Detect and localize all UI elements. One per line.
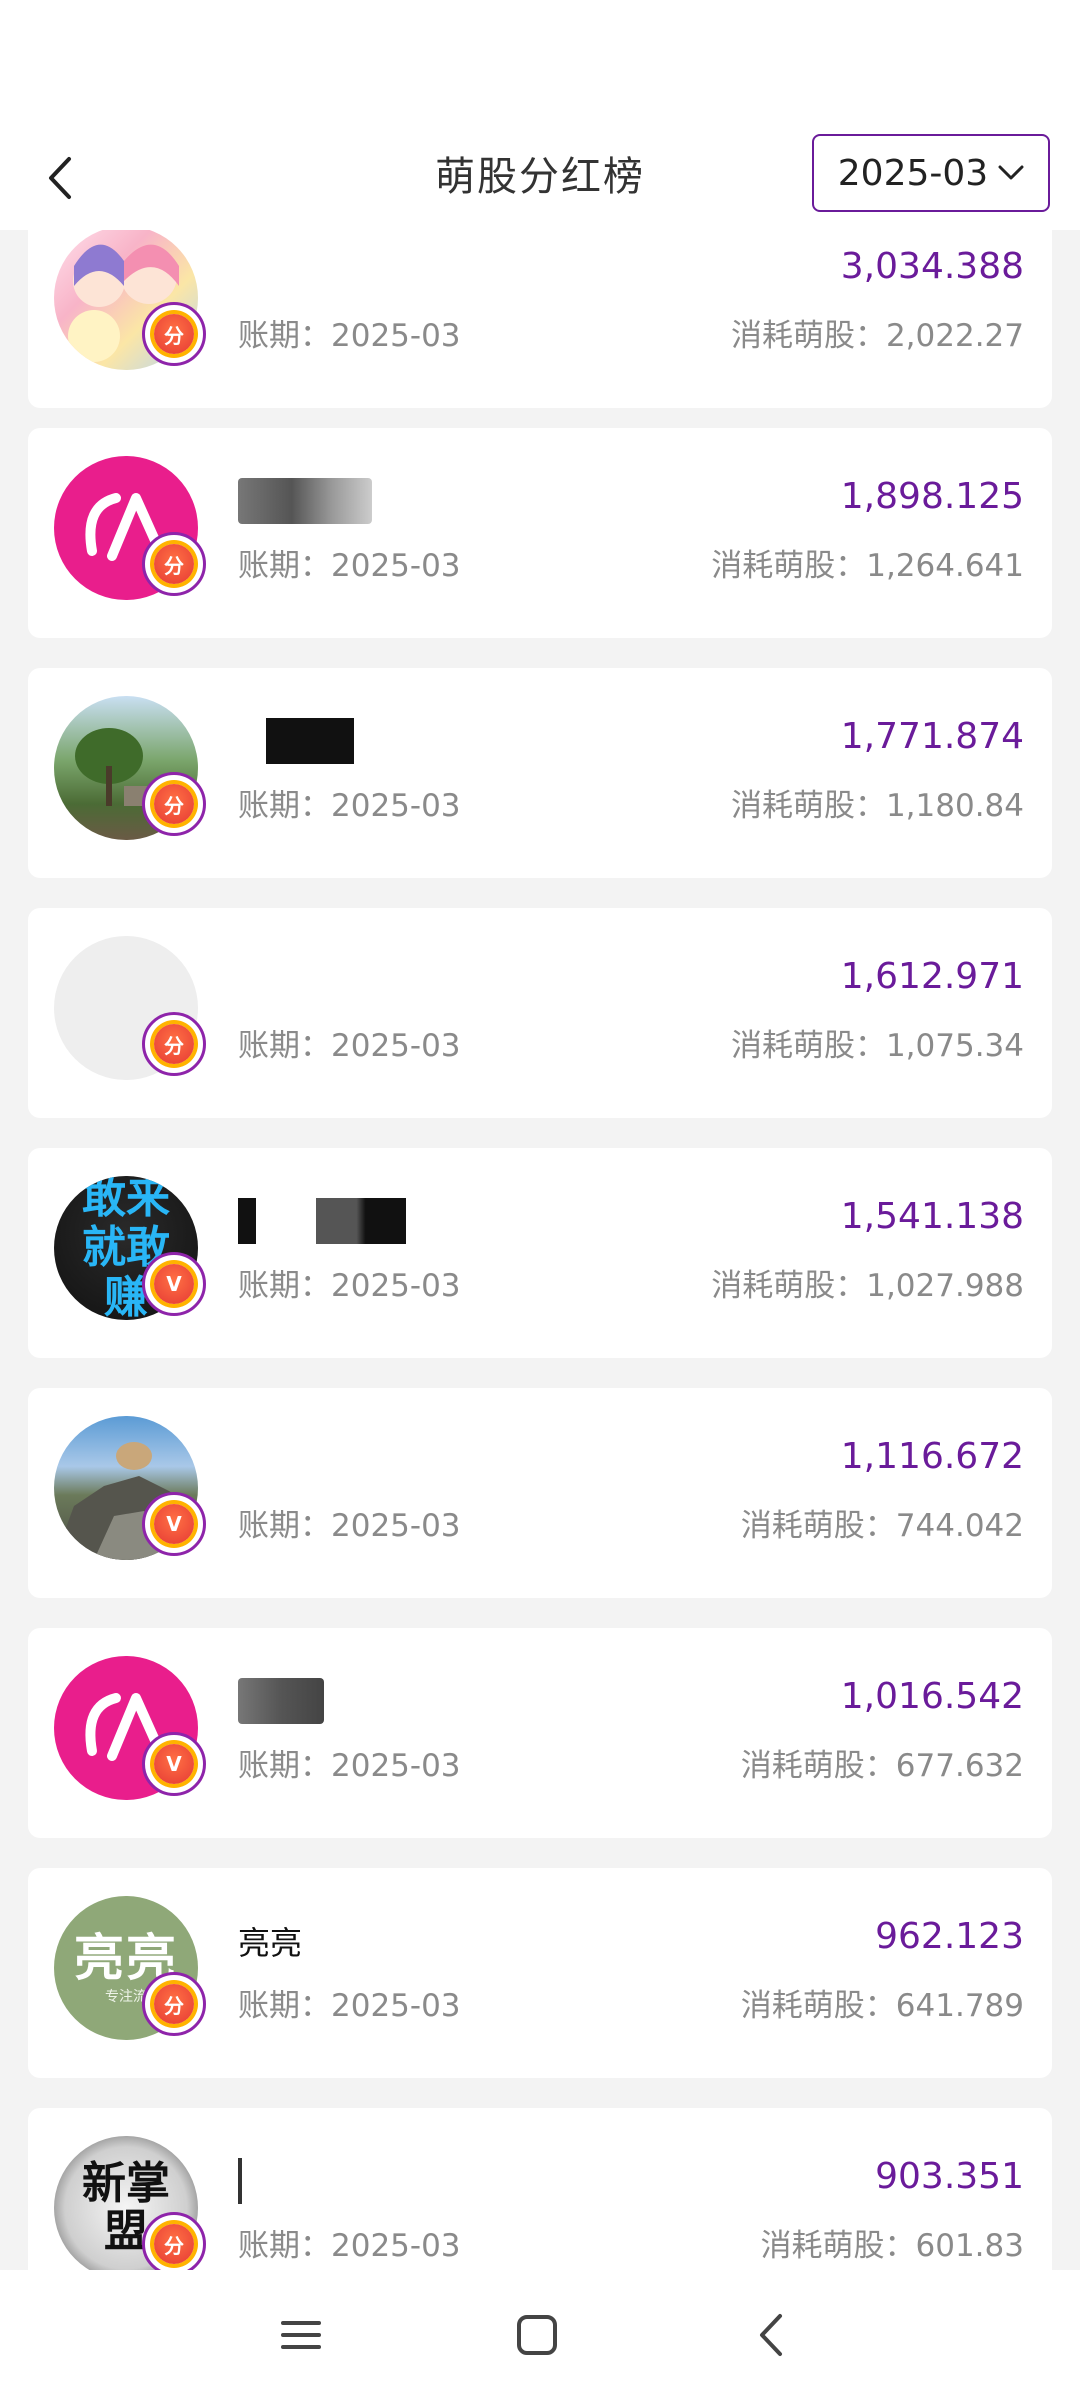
avatar: V <box>54 1416 206 1566</box>
status-bar <box>0 0 1080 130</box>
fen-badge-icon: 分 <box>142 1972 206 2036</box>
dividend-amount: 962.123 <box>875 1916 1024 1957</box>
fen-badge-icon: 分 <box>142 1012 206 1076</box>
dividend-amount: 903.351 <box>875 2156 1024 2197</box>
period-label: 账期：2025-03 <box>238 1748 461 1784</box>
list-item[interactable]: V 账期：2025-03 1,116.672 消耗萌股：744.042 <box>28 1388 1052 1598</box>
list-item[interactable]: 敢来就敢赚 V 账期：2025-03 1,541.138 消耗萌股：1,027.… <box>28 1148 1052 1358</box>
dividend-amount: 1,016.542 <box>840 1676 1024 1717</box>
user-name <box>238 2158 242 2208</box>
consume-label: 消耗萌股：641.789 <box>740 1988 1024 2024</box>
consume-label: 消耗萌股：1,264.641 <box>711 548 1024 584</box>
avatar: 分 <box>54 456 206 606</box>
avatar: 分 <box>54 936 206 1086</box>
list-item[interactable]: V 账期：2025-03 1,016.542 消耗萌股：677.632 <box>28 1628 1052 1838</box>
period-label: 账期：2025-03 <box>238 1268 461 1304</box>
avatar: V <box>54 1656 206 1806</box>
period-select[interactable]: 2025-03 <box>812 134 1050 212</box>
fen-badge-icon: 分 <box>142 772 206 836</box>
list-item[interactable]: 亮亮 专注流 分 亮亮 账期：2025-03 962.123 消耗萌股：641.… <box>28 1868 1052 2078</box>
dividend-amount: 3,034.388 <box>840 246 1024 287</box>
period-label: 账期：2025-03 <box>238 318 461 354</box>
user-name <box>238 478 372 528</box>
consume-label: 消耗萌股：1,027.988 <box>711 1268 1024 1304</box>
user-name <box>238 718 354 768</box>
ranking-list[interactable]: 分 账期：2025-03 3,034.388 消耗萌股：2,022.27 分 账… <box>0 230 1080 2270</box>
period-label: 账期：2025-03 <box>238 1988 461 2024</box>
consume-label: 消耗萌股：1,180.84 <box>730 788 1024 824</box>
fen-badge-icon: 分 <box>142 532 206 596</box>
list-item[interactable]: 分 账期：2025-03 1,771.874 消耗萌股：1,180.84 <box>28 668 1052 878</box>
dividend-amount: 1,541.138 <box>840 1196 1024 1237</box>
user-name: 亮亮 <box>238 1924 303 1962</box>
period-label: 账期：2025-03 <box>238 1028 461 1064</box>
period-label: 账期：2025-03 <box>238 548 461 584</box>
avatar: 敢来就敢赚 V <box>54 1176 206 1326</box>
avatar: 新掌盟 分 <box>54 2136 206 2270</box>
dividend-amount: 1,771.874 <box>840 716 1024 757</box>
menu-button[interactable] <box>266 2300 336 2370</box>
nav-back-button[interactable] <box>736 2300 806 2370</box>
period-label: 账期：2025-03 <box>238 2228 461 2264</box>
chevron-left-icon <box>760 2314 782 2356</box>
consume-label: 消耗萌股：601.83 <box>760 2228 1024 2264</box>
home-button[interactable] <box>502 2300 572 2370</box>
v-badge-icon: V <box>142 1732 206 1796</box>
v-badge-icon: V <box>142 1252 206 1316</box>
dividend-amount: 1,898.125 <box>840 476 1024 517</box>
avatar-subtext: 专注流 <box>105 1989 147 2005</box>
period-select-value: 2025-03 <box>837 152 989 194</box>
chevron-down-icon <box>998 165 1024 180</box>
list-item[interactable]: 分 账期：2025-03 1,612.971 消耗萌股：1,075.34 <box>28 908 1052 1118</box>
menu-icon <box>281 2321 321 2349</box>
list-item[interactable]: 分 账期：2025-03 1,898.125 消耗萌股：1,264.641 <box>28 428 1052 638</box>
fen-badge-icon: 分 <box>142 302 206 366</box>
user-name <box>238 1198 407 1248</box>
consume-label: 消耗萌股：744.042 <box>740 1508 1024 1544</box>
consume-label: 消耗萌股：677.632 <box>740 1748 1024 1784</box>
list-item[interactable]: 分 账期：2025-03 3,034.388 消耗萌股：2,022.27 <box>28 230 1052 408</box>
consume-label: 消耗萌股：1,075.34 <box>730 1028 1024 1064</box>
avatar: 亮亮 专注流 分 <box>54 1896 206 2046</box>
fen-badge-icon: 分 <box>142 2212 206 2270</box>
list-item[interactable]: 新掌盟 分 账期：2025-03 903.351 消耗萌股：601.83 <box>28 2108 1052 2270</box>
avatar: 分 <box>54 230 206 376</box>
period-label: 账期：2025-03 <box>238 788 461 824</box>
user-name <box>238 1678 324 1728</box>
system-nav-bar <box>0 2270 1080 2400</box>
period-label: 账期：2025-03 <box>238 1508 461 1544</box>
home-square-icon <box>517 2315 557 2355</box>
avatar: 分 <box>54 696 206 846</box>
dividend-amount: 1,612.971 <box>840 956 1024 997</box>
dividend-amount: 1,116.672 <box>840 1436 1024 1477</box>
header: 萌股分红榜 2025-03 <box>0 130 1080 230</box>
v-badge-icon: V <box>142 1492 206 1556</box>
consume-label: 消耗萌股：2,022.27 <box>730 318 1024 354</box>
